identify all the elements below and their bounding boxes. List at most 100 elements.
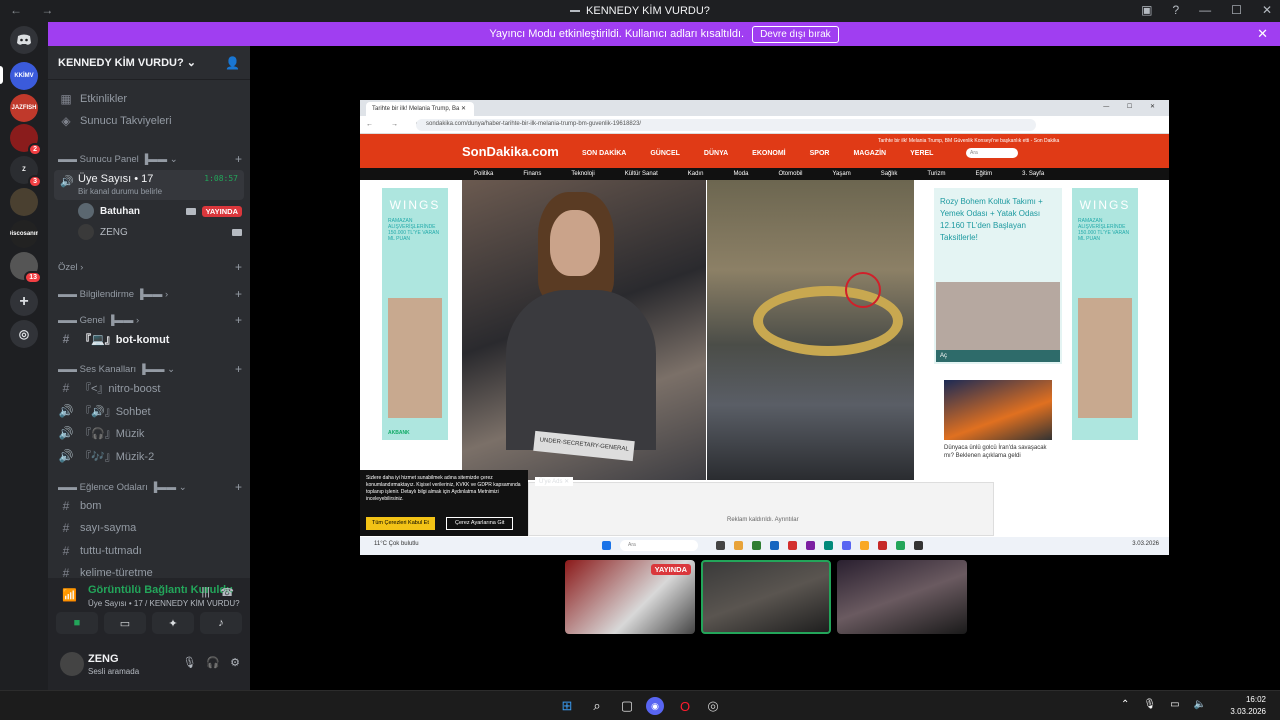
clock[interactable]: 16:02 3.03.2026 [1230, 694, 1266, 718]
screen-share-button[interactable]: ▭ [104, 612, 146, 634]
discord-home-icon[interactable] [10, 26, 38, 54]
discover-icon[interactable]: ◎ [10, 320, 38, 348]
ad-text: RAMAZAN ALIŞVERİŞLERİNDE 150.000 TL'YE V… [1078, 218, 1130, 242]
voice-user-name: Batuhan [100, 205, 140, 217]
site-search: Ara [966, 148, 1018, 158]
furniture-ad-cta: Aç [936, 350, 1060, 362]
thumbnail-camera-2[interactable] [837, 560, 967, 634]
channel-sayi-sayma[interactable]: # sayı-sayma [58, 519, 242, 537]
server-icon[interactable]: Discosanım [10, 220, 38, 248]
channel-sohbet[interactable]: 🔊 『🔊』Sohbet [58, 402, 242, 420]
site-cat: Moda [733, 171, 749, 177]
voice-user-zeng[interactable]: ZENG [78, 223, 242, 241]
hash-icon: # [62, 332, 70, 346]
channel-muzik[interactable]: 🔊 『🎧』Müzik [58, 424, 242, 442]
opera-icon[interactable]: O [676, 697, 694, 715]
add-channel-icon[interactable]: + [235, 152, 242, 166]
browser-window-controls: — ☐ ✕ [1103, 104, 1163, 110]
ad-image [388, 298, 442, 418]
microphone-icon[interactable]: 🎙 [182, 656, 196, 669]
task-view-icon[interactable]: ▢ [618, 697, 636, 715]
disconnect-icon[interactable]: ☎ [220, 586, 234, 599]
user-panel[interactable]: ZENG Sesli aramada 🎙 🎧 ⚙ [60, 650, 240, 680]
live-badge: YAYINDA [650, 564, 691, 575]
display-icon[interactable]: ▭ [1170, 699, 1179, 710]
maximize-button[interactable]: ☐ [1231, 3, 1242, 17]
hash-icon: # [62, 544, 70, 558]
avatar [60, 652, 84, 676]
channel-muzik-2[interactable]: 🔊 『🎶』Müzik-2 [58, 447, 242, 465]
site-nav-item: SPOR [809, 150, 830, 157]
app-icon[interactable]: ◎ [704, 697, 722, 715]
calendar-icon: ▦ [60, 92, 72, 106]
chevron-up-icon[interactable]: ⌃ [1121, 699, 1129, 710]
ad-bank: AKBANK [388, 430, 410, 436]
category-private[interactable]: Özel › + [58, 260, 242, 274]
help-icon[interactable]: ? [1172, 3, 1179, 17]
start-icon[interactable]: ⊞ [558, 697, 576, 715]
noise-icon[interactable]: ||| [201, 586, 210, 598]
title-bar: ← → KENNEDY KİM VURDU? ▣ ? — ☐ ✕ [0, 0, 1280, 22]
connection-status: Görüntülü Bağlantı Kuruldu [88, 584, 233, 596]
voice-channel-active[interactable]: 🔊 Üye Sayısı • 17 1:08:57 Bir kanal duru… [54, 170, 244, 200]
server-icon[interactable]: JAZFISH [10, 94, 38, 122]
server-icon[interactable]: Z3 [10, 156, 42, 188]
category-fun[interactable]: ▬▬ Eğlence Odaları ▐▬▬ ⌄ + [58, 480, 242, 494]
site-nav-item: YEREL [910, 150, 934, 157]
streamed-search: Ara [620, 540, 698, 551]
category-panel[interactable]: ▬▬ Sunucu Panel ▐▬▬ ⌄ + [58, 152, 242, 166]
close-button[interactable]: ✕ [1262, 3, 1272, 17]
add-channel-icon[interactable]: + [235, 287, 242, 301]
channel-nitro-boost[interactable]: # 『<』nitro-boost [58, 379, 242, 397]
thumbnail-stream[interactable]: YAYINDA [565, 560, 695, 634]
volume-icon[interactable]: 🔈 [1194, 699, 1206, 710]
browser-tab[interactable]: Tarihte bir ilk! Melania Trump, Ba ✕ [366, 102, 474, 116]
tab-title: Tarihte bir ilk! Melania Trump, Ba [372, 106, 460, 112]
category-general-label: ▬▬ Genel ▐▬▬ [58, 314, 134, 326]
site-content: WINGS RAMAZAN ALIŞVERİŞLERİNDE 150.000 T… [360, 180, 1169, 480]
stream-video[interactable]: Tarihte bir ilk! Melania Trump, Ba ✕ — ☐… [360, 100, 1169, 555]
search-icon[interactable]: ⌕ [588, 697, 606, 715]
soundboard-button[interactable]: ♪ [200, 612, 242, 634]
url-field[interactable]: sondakika.com/dunya/haber-tarihte-bir-il… [416, 119, 1036, 131]
server-icon[interactable]: 13 [10, 252, 42, 284]
inbox-icon[interactable]: ▣ [1141, 3, 1152, 17]
invite-icon[interactable]: 👤 [225, 56, 240, 70]
microphone-icon[interactable]: 🎙 [1143, 699, 1156, 710]
events-label: Etkinlikler [80, 93, 128, 105]
speaker-icon: 🔊 [58, 449, 74, 463]
add-channel-icon[interactable]: + [235, 480, 242, 494]
headphones-icon[interactable]: 🎧 [206, 656, 220, 669]
add-channel-icon[interactable]: + [235, 260, 242, 274]
clock-time: 16:02 [1245, 695, 1266, 704]
voice-channel-status: Bir kanal durumu belirle [78, 187, 163, 196]
thumbnail-camera-1[interactable] [701, 560, 831, 634]
voice-user-batuhan[interactable]: Batuhan YAYINDA [78, 202, 242, 220]
channel-bot-komut[interactable]: # 『💻』bot-komut [58, 330, 242, 348]
channel-tuttu-tutmadi[interactable]: # tuttu-tutmadı [58, 542, 242, 560]
minimize-button[interactable]: — [1199, 3, 1211, 17]
banner-close-icon[interactable]: ✕ [1257, 26, 1268, 42]
discord-taskbar-icon[interactable]: ◉ [646, 697, 664, 715]
add-channel-icon[interactable]: + [235, 362, 242, 376]
site-cat: Teknoloji [571, 171, 595, 177]
boosts-item[interactable]: ◈ Sunucu Takviyeleri [58, 112, 242, 130]
events-item[interactable]: ▦ Etkinlikler [58, 90, 242, 108]
category-general[interactable]: ▬▬ Genel ▐▬▬ › + [58, 313, 242, 327]
speaker-icon: 🔊 [60, 176, 74, 188]
gear-icon[interactable]: ⚙ [230, 656, 240, 669]
camera-button[interactable]: ■ [56, 612, 98, 634]
category-voice[interactable]: ▬▬ Ses Kanalları ▐▬▬ ⌄ + [58, 362, 242, 376]
channel-bom[interactable]: # bom [58, 497, 242, 515]
category-panel-label: ▬▬ Sunucu Panel ▐▬▬ [58, 153, 168, 165]
server-icon[interactable]: 2 [10, 124, 42, 156]
activities-button[interactable]: ✦ [152, 612, 194, 634]
server-icon[interactable]: KKİMV [10, 62, 38, 90]
server-icon[interactable] [10, 188, 38, 216]
category-info[interactable]: ▬▬ Bilgilendirme ▐▬▬ › + [58, 287, 242, 301]
add-channel-icon[interactable]: + [235, 313, 242, 327]
notification-badge: 2 [28, 143, 42, 156]
disable-streamer-mode-button[interactable]: Devre dışı bırak [752, 25, 839, 43]
add-server-icon[interactable]: + [10, 288, 38, 316]
server-header[interactable]: KENNEDY KİM VURDU? ⌄ 👤 [48, 46, 250, 80]
